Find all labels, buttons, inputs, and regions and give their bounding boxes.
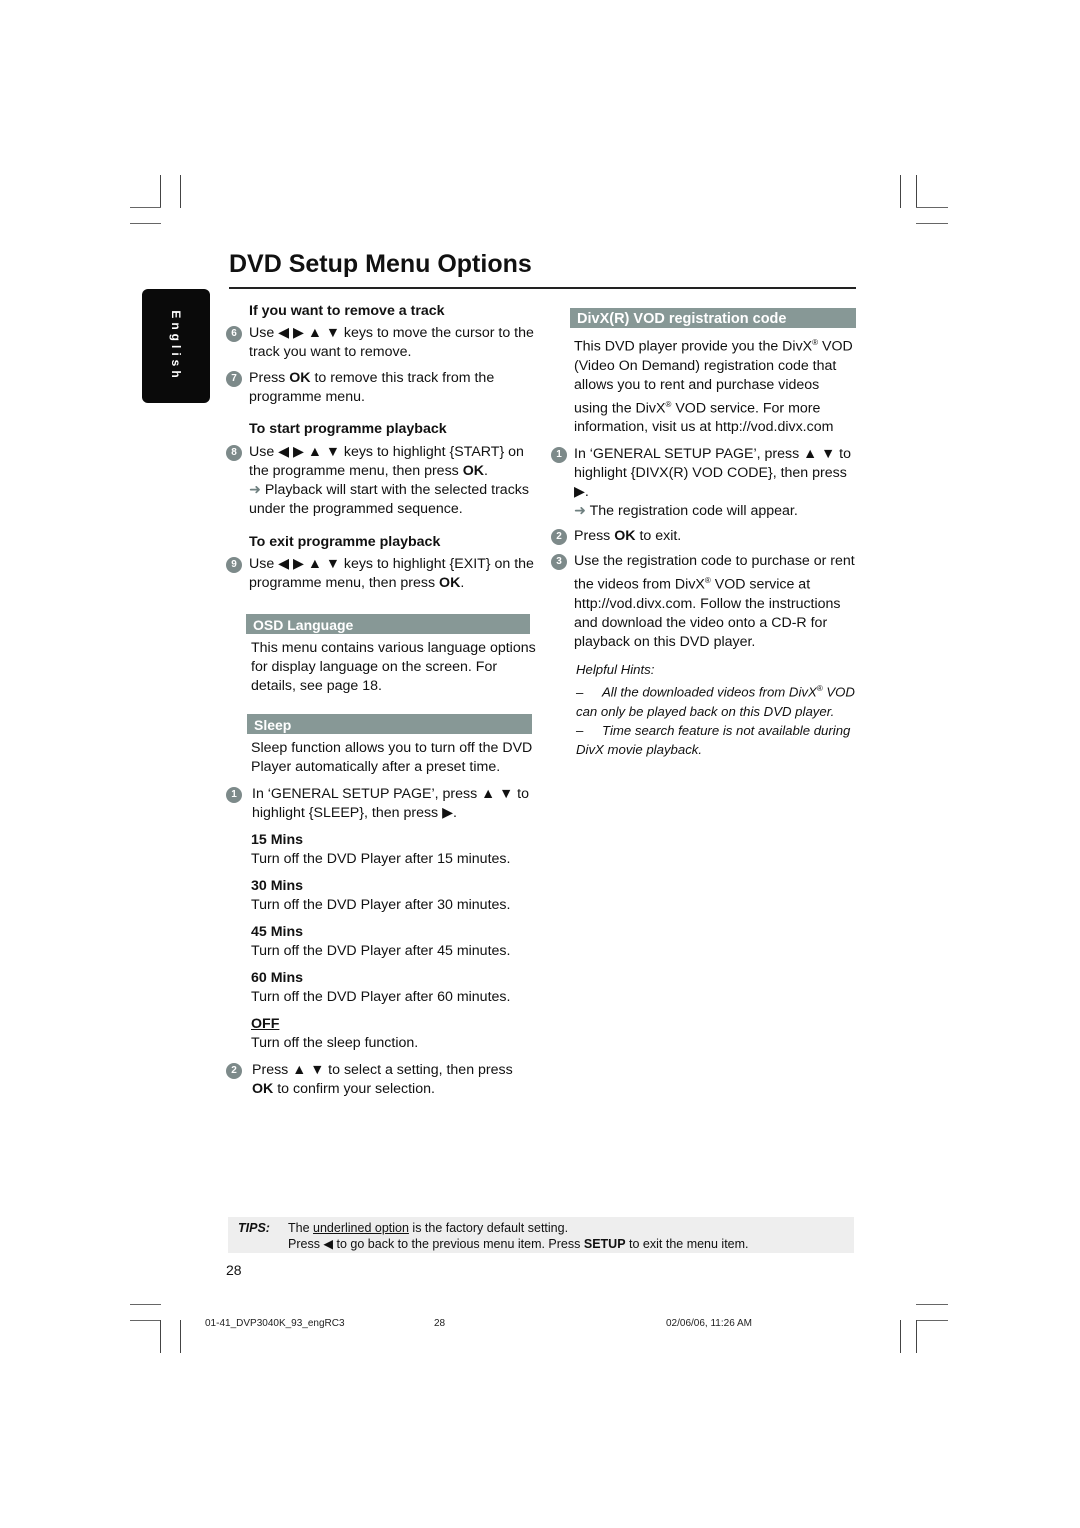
arrow-keys-icon: ◀ ▶ ▲ ▼ xyxy=(278,325,340,341)
left-column: If you want to remove a track 6 Use ◀ ▶ … xyxy=(226,302,536,1099)
crop-mark xyxy=(900,175,901,208)
crop-mark xyxy=(180,1320,181,1353)
step-number-badge: 6 xyxy=(226,326,242,342)
step-number-badge: 1 xyxy=(226,787,242,803)
tips-line-1: The underlined option is the factory def… xyxy=(288,1221,569,1235)
crop-mark xyxy=(130,1304,161,1305)
sleep-option-30-desc: Turn off the DVD Player after 30 minutes… xyxy=(251,897,511,913)
page-number: 28 xyxy=(226,1262,242,1278)
sleep-options: 15 Mins Turn off the DVD Player after 15… xyxy=(226,831,536,1053)
crop-mark xyxy=(130,207,161,208)
right-column: DivX(R) VOD registration code This DVD p… xyxy=(551,308,856,759)
result-arrow-icon: ➜ xyxy=(574,503,586,520)
start-playback-heading: To start programme playback xyxy=(249,421,447,437)
tips-label: TIPS: xyxy=(238,1221,270,1235)
step-number-badge: 1 xyxy=(551,447,567,464)
sleep-option-45-desc: Turn off the DVD Player after 45 minutes… xyxy=(251,943,511,959)
sleep-option-15-desc: Turn off the DVD Player after 15 minutes… xyxy=(251,851,511,867)
crop-mark xyxy=(130,223,161,224)
helpful-hints: Helpful Hints: – All the downloaded video… xyxy=(551,660,856,758)
crop-mark xyxy=(160,1320,161,1353)
arrow-keys-icon: ◀ ▶ ▲ ▼ xyxy=(278,556,340,572)
hints-title: Helpful Hints: xyxy=(576,662,655,678)
divx-step-2: 2 Press OK to exit. xyxy=(551,527,856,546)
sleep-body: Sleep function allows you to turn off th… xyxy=(251,740,533,775)
step-number-badge: 9 xyxy=(226,557,242,573)
sleep-option-15-title: 15 Mins xyxy=(251,832,304,848)
result-arrow-icon: ➜ xyxy=(249,482,261,498)
step-number-badge: 7 xyxy=(226,371,242,387)
crop-mark xyxy=(130,1320,161,1321)
divx-body: This DVD player provide you the DivX® VO… xyxy=(574,338,853,436)
crop-mark xyxy=(160,175,161,208)
step-7: 7 Press OK to remove this track from the… xyxy=(226,369,536,407)
step-9: 9 Use ◀ ▶ ▲ ▼ keys to highlight {EXIT} o… xyxy=(226,555,536,593)
sleep-option-off-title: OFF xyxy=(251,1016,280,1032)
crop-mark xyxy=(916,1320,917,1353)
footer-datetime: 02/06/06, 11:26 AM xyxy=(666,1318,752,1329)
tips-box: TIPS: The underlined option is the facto… xyxy=(228,1217,854,1253)
crop-mark xyxy=(916,207,948,208)
crop-mark xyxy=(916,1304,948,1305)
sleep-heading: Sleep xyxy=(247,714,532,734)
footer-file: 01-41_DVP3040K_93_engRC3 xyxy=(205,1318,345,1329)
step-number-badge: 3 xyxy=(551,554,567,571)
title-divider xyxy=(229,287,856,289)
sleep-step-2: 2 Press ▲ ▼ to select a setting, then pr… xyxy=(226,1061,536,1099)
osd-language-heading: OSD Language xyxy=(246,614,530,634)
arrow-keys-icon: ◀ ▶ ▲ ▼ xyxy=(278,444,340,460)
crop-mark xyxy=(916,223,948,224)
osd-language-body: This menu contains various language opti… xyxy=(251,640,536,694)
footer-page: 28 xyxy=(434,1318,446,1329)
sleep-option-60-desc: Turn off the DVD Player after 60 minutes… xyxy=(251,989,511,1005)
step-number-badge: 2 xyxy=(226,1063,242,1079)
sleep-step-1: 1 In ‘GENERAL SETUP PAGE’, press ▲ ▼ to … xyxy=(226,785,536,823)
divx-step-3: 3 Use the registration code to purchase … xyxy=(551,552,856,652)
sleep-option-45-title: 45 Mins xyxy=(251,924,304,940)
step-8: 8 Use ◀ ▶ ▲ ▼ keys to highlight {START} … xyxy=(226,443,536,519)
crop-mark xyxy=(916,1320,948,1321)
crop-mark xyxy=(180,175,181,208)
divx-step-1: 1 In ‘GENERAL SETUP PAGE’, press ▲ ▼ to … xyxy=(551,445,856,521)
language-tab-label: English xyxy=(169,310,183,382)
step-6: 6 Use ◀ ▶ ▲ ▼ keys to move the cursor to… xyxy=(226,324,536,362)
exit-playback-heading: To exit programme playback xyxy=(249,534,441,550)
tips-line-2: Press ◀ to go back to the previous menu … xyxy=(288,1237,749,1251)
crop-mark xyxy=(916,175,917,208)
remove-track-heading: If you want to remove a track xyxy=(249,303,445,319)
sleep-option-30-title: 30 Mins xyxy=(251,878,304,894)
step-number-badge: 2 xyxy=(551,529,567,546)
sleep-option-off-desc: Turn off the sleep function. xyxy=(251,1035,419,1051)
page-title: DVD Setup Menu Options xyxy=(229,250,532,278)
step-number-badge: 8 xyxy=(226,445,242,461)
crop-mark xyxy=(900,1320,901,1353)
hint-item: – All the downloaded videos from DivX® VO… xyxy=(576,684,855,719)
hint-item: – Time search feature is not available du… xyxy=(576,722,851,757)
divx-heading: DivX(R) VOD registration code xyxy=(570,308,856,328)
language-tab: English xyxy=(142,289,210,403)
sleep-option-60-title: 60 Mins xyxy=(251,970,304,986)
